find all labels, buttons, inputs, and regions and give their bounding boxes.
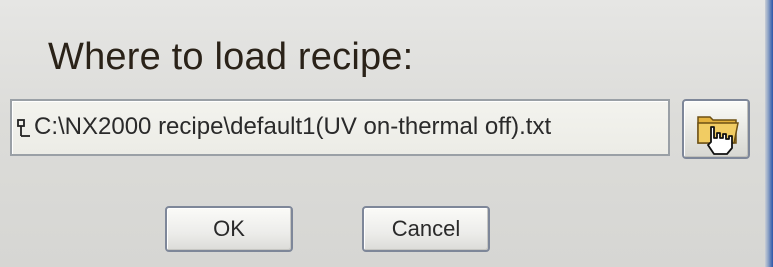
ok-button[interactable]: OK xyxy=(165,206,293,252)
prompt-label: Where to load recipe: xyxy=(48,36,414,78)
cancel-button[interactable]: Cancel xyxy=(362,206,490,252)
recipe-path-text: C:\NX2000 recipe\default1(UV on-thermal … xyxy=(34,113,552,140)
tree-connector-icon xyxy=(17,119,30,137)
window-right-edge xyxy=(765,0,773,267)
folder-hand-icon xyxy=(697,116,739,155)
recipe-path-field[interactable]: C:\NX2000 recipe\default1(UV on-thermal … xyxy=(10,99,670,156)
recipe-path-row: C:\NX2000 recipe\default1(UV on-thermal … xyxy=(10,99,670,156)
browse-button[interactable] xyxy=(682,99,750,159)
load-recipe-dialog: Where to load recipe: C:\NX2000 recipe\d… xyxy=(0,0,773,267)
